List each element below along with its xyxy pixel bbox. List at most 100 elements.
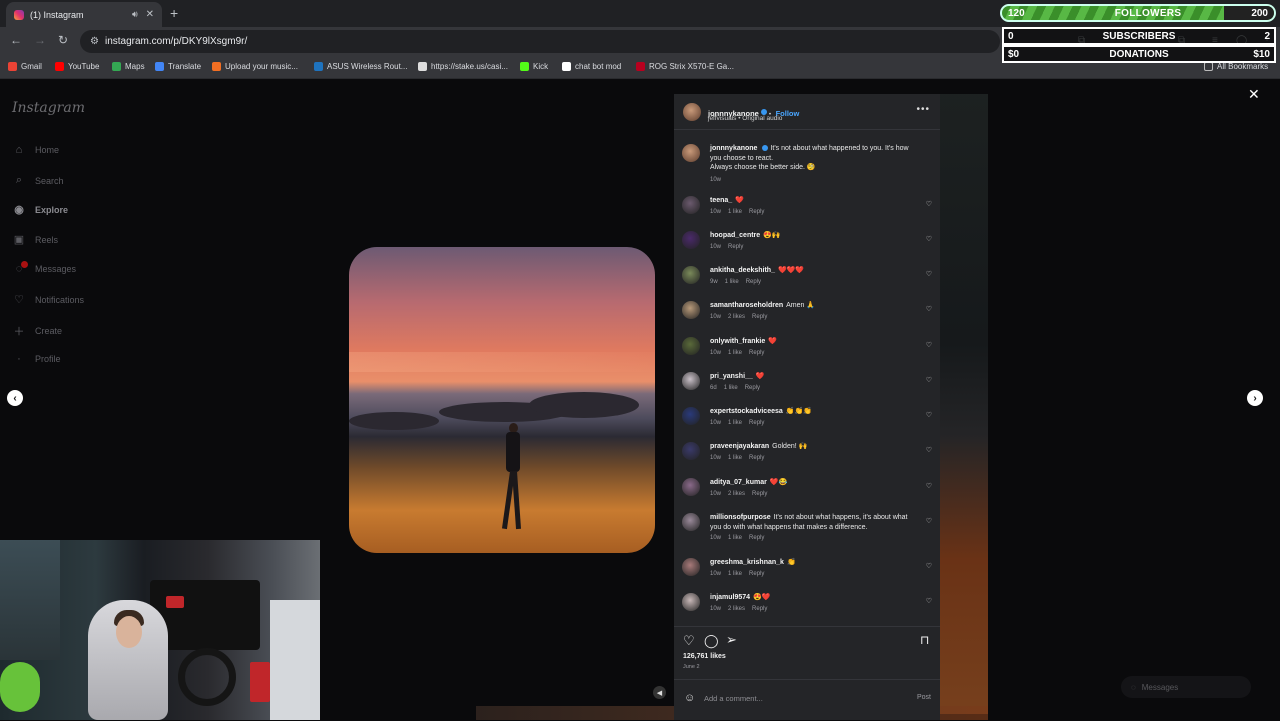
sidebar-item-search[interactable]: ⌕ Search — [12, 174, 64, 187]
comment-like-icon[interactable]: ♡ — [926, 482, 932, 490]
reply-button[interactable]: Reply — [752, 314, 767, 320]
commenter-avatar[interactable] — [682, 442, 700, 460]
comment-likes[interactable]: 2 likes — [728, 491, 745, 497]
more-options-icon[interactable]: ••• — [916, 104, 930, 115]
reply-button[interactable]: Reply — [749, 350, 764, 356]
commenter-avatar[interactable] — [682, 301, 700, 319]
commenter-avatar[interactable] — [682, 231, 700, 249]
caption-username[interactable]: jonnnykanone — [710, 145, 757, 152]
comment-likes[interactable]: 1 like — [728, 571, 742, 577]
save-icon[interactable]: ⊓ — [920, 633, 929, 647]
bookmark-chat-bot-mod[interactable]: chat bot mod — [562, 62, 621, 71]
commenter-avatar[interactable] — [682, 337, 700, 355]
reply-button[interactable]: Reply — [745, 385, 760, 391]
sidebar-item-explore[interactable]: ◉ Explore — [12, 203, 68, 216]
reply-button[interactable]: Reply — [728, 244, 743, 250]
comment-like-icon[interactable]: ♡ — [926, 376, 932, 384]
audio-credit[interactable]: jeffvisuals • Original audio — [708, 115, 782, 122]
comment-like-icon[interactable]: ♡ — [926, 562, 932, 570]
comment-like-icon[interactable]: ♡ — [926, 446, 932, 454]
sidebar-item-notifications[interactable]: ♡ Notifications — [12, 293, 84, 306]
commenter-username[interactable]: aditya_07_kumar — [710, 479, 767, 486]
comment-likes[interactable]: 1 like — [728, 420, 742, 426]
commenter-username[interactable]: teena_ — [710, 197, 732, 204]
like-icon[interactable]: ♡ — [683, 633, 695, 649]
share-icon[interactable]: ➢ — [726, 632, 737, 648]
bookmark-upload-music[interactable]: Upload your music... — [212, 62, 298, 71]
commenter-username[interactable]: hoopad_centre — [710, 232, 760, 239]
comment-likes[interactable]: 2 likes — [728, 314, 745, 320]
comment-likes[interactable]: 2 likes — [728, 606, 745, 612]
emoji-icon[interactable]: ☺ — [684, 692, 695, 704]
instagram-logo[interactable]: Instagram — [12, 100, 85, 116]
comment-like-icon[interactable]: ♡ — [926, 305, 932, 313]
url-field[interactable]: ⚙︎ instagram.com/p/DKY9lXsgm9r/ — [80, 30, 1000, 53]
commenter-avatar[interactable] — [682, 513, 700, 531]
author-avatar[interactable] — [682, 144, 700, 162]
speaker-icon[interactable]: 🔊︎ — [132, 9, 138, 20]
next-post-button[interactable]: › — [1247, 390, 1263, 406]
commenter-username[interactable]: pri_yanshi__ — [710, 373, 753, 380]
comment-icon[interactable]: ◯ — [704, 633, 719, 649]
reply-button[interactable]: Reply — [749, 455, 764, 461]
comment-like-icon[interactable]: ♡ — [926, 517, 932, 525]
comment-like-icon[interactable]: ♡ — [926, 200, 932, 208]
site-info-icon[interactable]: ⚙︎ — [90, 36, 99, 47]
commenter-username[interactable]: greeshma_krishnan_k — [710, 559, 784, 566]
close-modal-icon[interactable]: ✕ — [1248, 86, 1260, 103]
post-comment-button[interactable]: Post — [917, 694, 931, 701]
commenter-avatar[interactable] — [682, 266, 700, 284]
previous-post-button[interactable]: ‹ — [7, 390, 23, 406]
comment-likes[interactable]: 1 like — [728, 350, 742, 356]
add-comment-input[interactable]: Add a comment... — [704, 694, 763, 703]
commenter-username[interactable]: millionsofpurpose — [710, 514, 771, 521]
sidebar-item-home[interactable]: ⌂ Home — [12, 144, 59, 156]
reply-button[interactable]: Reply — [746, 279, 761, 285]
reply-button[interactable]: Reply — [749, 420, 764, 426]
comment-likes[interactable]: 1 like — [724, 385, 738, 391]
bookmark-translate[interactable]: Translate — [155, 62, 201, 71]
commenter-avatar[interactable] — [682, 196, 700, 214]
bookmark-asus[interactable]: ASUS Wireless Rout... — [314, 62, 407, 71]
comment-likes[interactable]: 1 like — [728, 209, 742, 215]
forward-icon[interactable]: → — [34, 33, 46, 47]
comment-like-icon[interactable]: ♡ — [926, 341, 932, 349]
browser-tab[interactable]: (1) Instagram 🔊︎ ✕ — [6, 2, 162, 27]
reply-button[interactable]: Reply — [752, 491, 767, 497]
comment-like-icon[interactable]: ♡ — [926, 597, 932, 605]
bookmark-maps[interactable]: Maps — [112, 62, 145, 71]
back-icon[interactable]: ← — [10, 33, 22, 47]
reply-button[interactable]: Reply — [752, 606, 767, 612]
post-video[interactable] — [349, 247, 655, 553]
messages-pill[interactable]: ◌ Messages — [1121, 676, 1251, 698]
bookmark-youtube[interactable]: YouTube — [55, 62, 99, 71]
comment-like-icon[interactable]: ♡ — [926, 235, 932, 243]
commenter-avatar[interactable] — [682, 478, 700, 496]
bookmark-kick[interactable]: Kick — [520, 62, 548, 71]
commenter-avatar[interactable] — [682, 558, 700, 576]
commenter-username[interactable]: samantharoseholdren — [710, 302, 783, 309]
commenter-avatar[interactable] — [682, 372, 700, 390]
reply-button[interactable]: Reply — [749, 571, 764, 577]
reload-icon[interactable]: ↻ — [58, 33, 68, 47]
bookmark-rog-strix[interactable]: ROG Strix X570-E Ga... — [636, 62, 734, 71]
close-tab-icon[interactable]: ✕ — [146, 9, 154, 20]
commenter-avatar[interactable] — [682, 407, 700, 425]
commenter-username[interactable]: onlywith_frankie — [710, 338, 765, 345]
sidebar-item-profile[interactable]: · Profile — [12, 353, 60, 365]
bookmark-gmail[interactable]: Gmail — [8, 62, 42, 71]
commenter-avatar[interactable] — [682, 593, 700, 611]
reply-button[interactable]: Reply — [749, 209, 764, 215]
comment-likes[interactable]: 1 like — [725, 279, 739, 285]
comment-likes[interactable]: 1 like — [728, 455, 742, 461]
all-bookmarks[interactable]: All Bookmarks — [1204, 62, 1268, 71]
sidebar-item-reels[interactable]: ▣ Reels — [12, 233, 58, 246]
author-avatar[interactable] — [683, 103, 701, 121]
commenter-username[interactable]: ankitha_deekshith_ — [710, 267, 775, 274]
comment-likes[interactable]: 1 like — [728, 535, 742, 541]
commenter-username[interactable]: expertstockadviceesa — [710, 408, 783, 415]
likes-count[interactable]: 126,761 likes — [683, 653, 726, 660]
commenter-username[interactable]: injamul9574 — [710, 594, 750, 601]
bookmark-stake[interactable]: https://stake.us/casi... — [418, 62, 508, 71]
reply-button[interactable]: Reply — [749, 535, 764, 541]
